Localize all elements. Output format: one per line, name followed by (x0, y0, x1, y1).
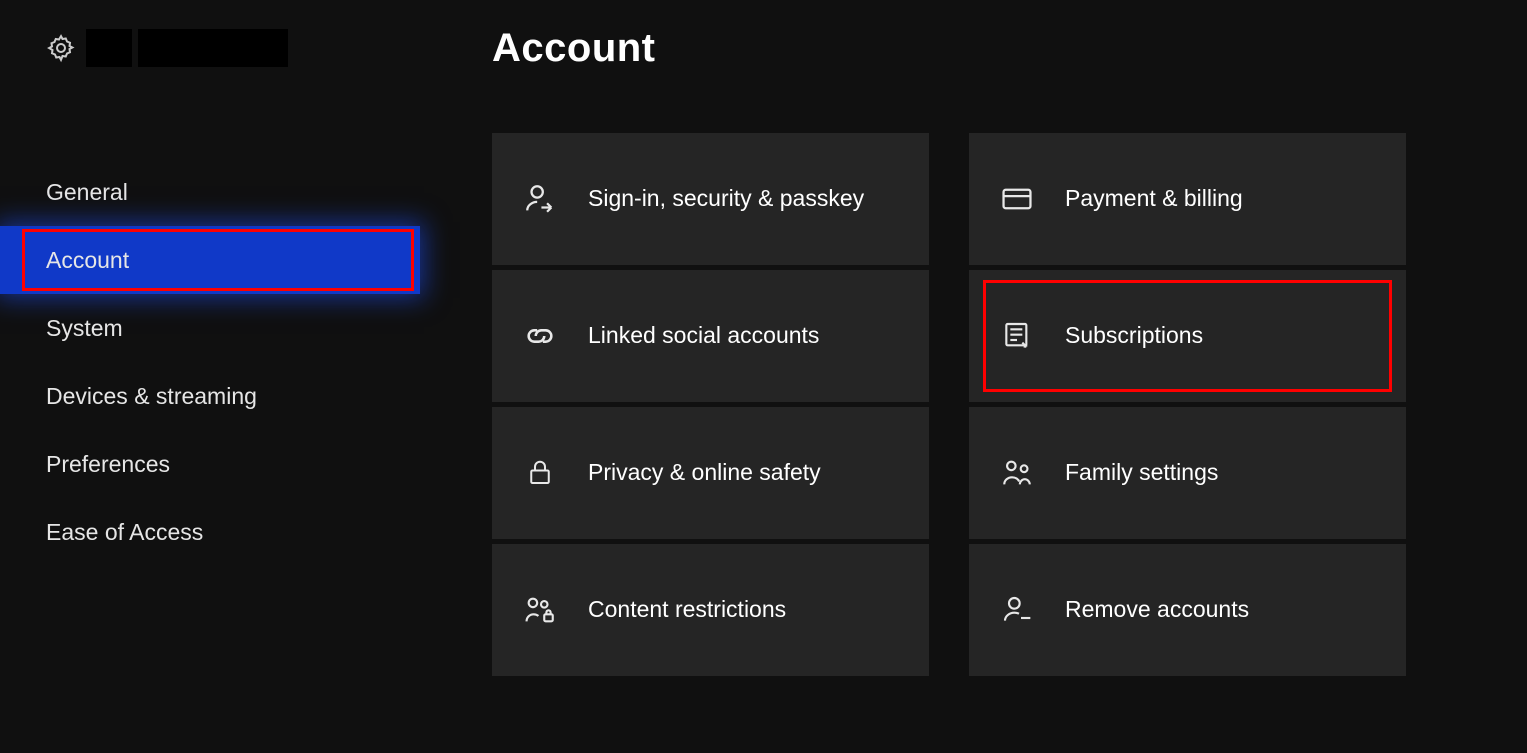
tile-remove-accounts[interactable]: Remove accounts (969, 544, 1406, 676)
redacted-block (86, 29, 132, 67)
sidebar-item-label: Preferences (46, 451, 170, 478)
sidebar-item-devices-streaming[interactable]: Devices & streaming (0, 362, 420, 430)
lock-icon (522, 455, 558, 491)
sidebar-item-system[interactable]: System (0, 294, 420, 362)
sidebar-item-label: Ease of Access (46, 519, 203, 546)
card-icon (999, 181, 1035, 217)
tile-label: Linked social accounts (588, 321, 819, 351)
sidebar-item-label: General (46, 179, 128, 206)
tile-signin-security-passkey[interactable]: Sign-in, security & passkey (492, 133, 929, 265)
tile-label: Content restrictions (588, 595, 786, 625)
settings-tiles-grid: Sign-in, security & passkey Payment & bi… (492, 133, 1527, 676)
sidebar-item-label: System (46, 315, 123, 342)
sidebar-item-ease-of-access[interactable]: Ease of Access (0, 498, 420, 566)
family-icon (999, 455, 1035, 491)
sidebar-item-general[interactable]: General (0, 158, 420, 226)
tile-family-settings[interactable]: Family settings (969, 407, 1406, 539)
tile-label: Family settings (1065, 458, 1218, 488)
tile-content-restrictions[interactable]: Content restrictions (492, 544, 929, 676)
tile-linked-social-accounts[interactable]: Linked social accounts (492, 270, 929, 402)
sidebar-nav: General Account System Devices & streami… (0, 158, 420, 566)
person-minus-icon (999, 592, 1035, 628)
main-panel: Account Sign-in, security & passkey Paym… (420, 0, 1527, 753)
tile-label: Payment & billing (1065, 184, 1243, 214)
person-arrow-icon (522, 181, 558, 217)
link-icon (522, 318, 558, 354)
tile-subscriptions[interactable]: Subscriptions (969, 270, 1406, 402)
sidebar-item-preferences[interactable]: Preferences (0, 430, 420, 498)
tile-label: Subscriptions (1065, 321, 1203, 351)
tile-label: Remove accounts (1065, 595, 1249, 625)
sidebar-header (0, 18, 420, 78)
redacted-block (138, 29, 288, 67)
tile-label: Privacy & online safety (588, 458, 821, 488)
sidebar-item-account[interactable]: Account (0, 226, 420, 294)
tile-payment-billing[interactable]: Payment & billing (969, 133, 1406, 265)
settings-sidebar: General Account System Devices & streami… (0, 0, 420, 753)
tile-privacy-online-safety[interactable]: Privacy & online safety (492, 407, 929, 539)
gear-icon (46, 33, 76, 63)
tile-label: Sign-in, security & passkey (588, 184, 864, 214)
page-title: Account (492, 26, 1527, 71)
document-icon (999, 318, 1035, 354)
sidebar-item-label: Account (46, 247, 129, 274)
people-lock-icon (522, 592, 558, 628)
sidebar-item-label: Devices & streaming (46, 383, 257, 410)
